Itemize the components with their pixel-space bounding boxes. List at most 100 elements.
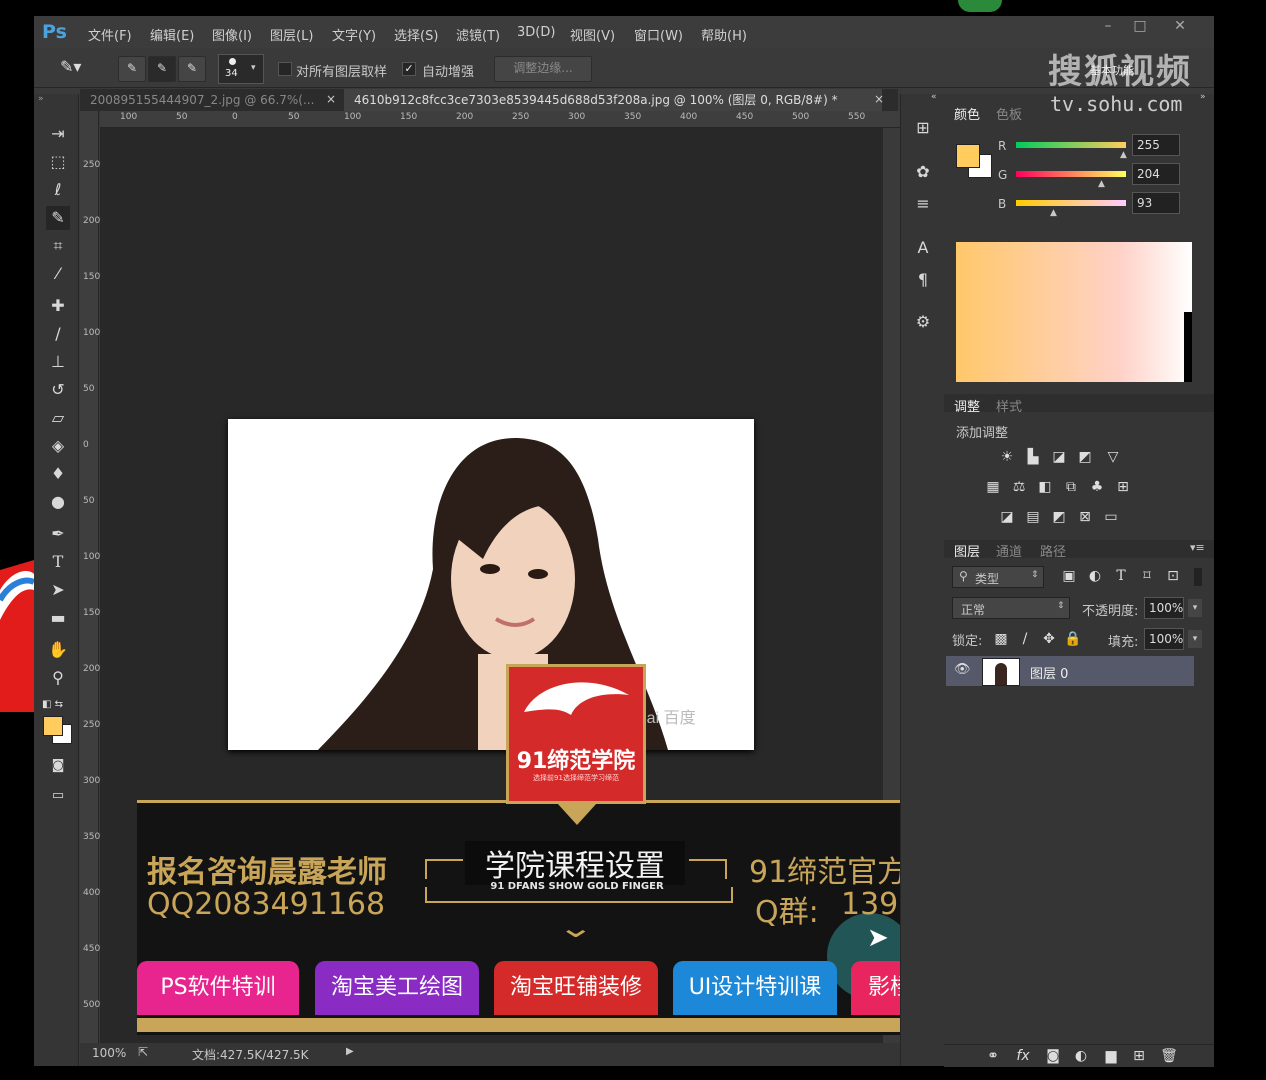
filter-pixel-icon[interactable]: ▣: [1060, 569, 1078, 583]
character-panel-icon[interactable]: A: [911, 236, 935, 260]
maximize-button[interactable]: □: [1128, 18, 1152, 38]
fx-icon[interactable]: fx: [1014, 1049, 1032, 1063]
channel-b-value[interactable]: 93: [1132, 192, 1180, 214]
tab-paths[interactable]: 路径: [1040, 541, 1066, 560]
foreground-color-swatch[interactable]: [43, 716, 63, 736]
exposure-icon[interactable]: ◩: [1076, 450, 1094, 464]
tab-adjustments[interactable]: 调整: [954, 396, 980, 415]
sample-all-layers-checkbox[interactable]: [278, 62, 292, 76]
filter-smart-object-icon[interactable]: ⊡: [1164, 569, 1182, 583]
threshold-icon[interactable]: ◩: [1050, 510, 1068, 524]
slider-thumb-icon[interactable]: ▲: [1050, 208, 1057, 218]
lock-pixels-icon[interactable]: /: [1016, 632, 1034, 646]
clone-stamp-tool-icon[interactable]: ⊥: [46, 350, 70, 374]
move-tool-icon[interactable]: ⇥: [46, 122, 70, 146]
opacity-value[interactable]: 100%: [1144, 597, 1184, 619]
color-balance-icon[interactable]: ⚖: [1010, 480, 1028, 494]
menu-edit[interactable]: 编辑(E): [150, 25, 194, 44]
lock-all-icon[interactable]: 🔒: [1064, 632, 1082, 646]
collapse-icon[interactable]: «: [931, 92, 937, 102]
slider-thumb-icon[interactable]: ▲: [1120, 150, 1127, 160]
spectrum-black-strip[interactable]: [1184, 312, 1192, 382]
menu-image[interactable]: 图像(I): [212, 25, 252, 44]
foreground-color-swatch[interactable]: [956, 144, 980, 168]
lasso-tool-icon[interactable]: ℓ: [46, 178, 70, 202]
tab-close-icon[interactable]: ×: [874, 92, 884, 106]
tab-document-1[interactable]: 200895155444907_2.jpg @ 66.7%(...: [80, 89, 336, 111]
paragraph-panel-icon[interactable]: ¶: [911, 268, 935, 292]
brightness-icon[interactable]: ☀: [998, 450, 1016, 464]
zoom-level[interactable]: 100%: [92, 1046, 126, 1060]
menu-type[interactable]: 文字(Y): [332, 25, 376, 44]
minimize-button[interactable]: –: [1096, 18, 1120, 38]
filter-adjustment-icon[interactable]: ◐: [1086, 569, 1104, 583]
tab-swatches[interactable]: 色板: [996, 104, 1022, 123]
history-brush-tool-icon[interactable]: ↺: [46, 378, 70, 402]
properties-panel-icon[interactable]: ≡: [911, 192, 935, 216]
tab-styles[interactable]: 样式: [996, 396, 1022, 415]
brush-size-picker[interactable]: 34 ▾: [218, 54, 264, 84]
workspace-label[interactable]: 基本功能: [1090, 62, 1134, 78]
selective-color-icon[interactable]: ⊠: [1076, 510, 1094, 524]
add-to-selection-icon[interactable]: ✎: [148, 56, 176, 82]
fill-value[interactable]: 100%: [1144, 628, 1184, 650]
filter-toggle[interactable]: [1194, 568, 1202, 586]
healing-brush-tool-icon[interactable]: ✚: [46, 294, 70, 318]
auto-enhance-checkbox[interactable]: ✓: [402, 62, 416, 76]
trash-icon[interactable]: 🗑: [1160, 1049, 1178, 1063]
zoom-tool-icon[interactable]: ⚲: [46, 666, 70, 690]
menu-3d[interactable]: 3D(D): [517, 25, 555, 40]
vibrance-icon[interactable]: ▽: [1104, 450, 1122, 464]
new-selection-icon[interactable]: ✎: [118, 56, 146, 82]
layer-filter-select[interactable]: ⚲ 类型 ⇕: [952, 566, 1044, 588]
eyedropper-tool-icon[interactable]: ⁄: [46, 262, 70, 286]
menu-view[interactable]: 视图(V): [570, 25, 615, 44]
slider-r[interactable]: [1016, 142, 1126, 148]
collapse-icon[interactable]: »: [1200, 92, 1206, 102]
blur-tool-icon[interactable]: ♦: [46, 462, 70, 486]
tab-close-icon[interactable]: ×: [326, 92, 336, 106]
channel-r-value[interactable]: 255: [1132, 134, 1180, 156]
default-colors-icon[interactable]: ◧ ⇆: [42, 699, 63, 710]
course-tab-ps[interactable]: PS软件特训: [137, 961, 299, 1015]
menu-layer[interactable]: 图层(L): [270, 25, 313, 44]
crop-tool-icon[interactable]: ⌗: [46, 234, 70, 258]
course-tab-taobao-art[interactable]: 淘宝美工绘图: [315, 961, 479, 1015]
marquee-tool-icon[interactable]: ⬚: [46, 150, 70, 174]
slider-g[interactable]: [1016, 171, 1126, 177]
slider-thumb-icon[interactable]: ▲: [1098, 179, 1105, 189]
play-icon[interactable]: ▶: [346, 1046, 354, 1057]
quick-mask-icon[interactable]: ◙: [46, 754, 70, 778]
quick-selection-tool-icon[interactable]: ✎: [46, 206, 70, 230]
slider-b[interactable]: [1016, 200, 1126, 206]
filter-type-icon[interactable]: T: [1112, 569, 1130, 583]
levels-icon[interactable]: ▙: [1024, 450, 1042, 464]
tab-channels[interactable]: 通道: [996, 541, 1022, 560]
collapse-icon[interactable]: »: [38, 94, 44, 104]
paint-bucket-tool-icon[interactable]: ◈: [46, 434, 70, 458]
brush-panel-icon[interactable]: ✿: [911, 160, 935, 184]
chevron-down-icon[interactable]: ▾: [1188, 599, 1202, 617]
menu-window[interactable]: 窗口(W): [634, 25, 683, 44]
new-group-icon[interactable]: ▆: [1102, 1049, 1120, 1063]
quick-selection-tool-preset-icon[interactable]: ✎▾: [60, 57, 100, 79]
curves-icon[interactable]: ◪: [1050, 450, 1068, 464]
pen-tool-icon[interactable]: ✒: [46, 522, 70, 546]
blend-mode-select[interactable]: 正常 ⇕: [952, 597, 1070, 619]
new-adjustment-icon[interactable]: ◐: [1072, 1049, 1090, 1063]
brush-tool-icon[interactable]: /: [46, 322, 70, 346]
color-spectrum[interactable]: [956, 242, 1192, 382]
menu-help[interactable]: 帮助(H): [701, 25, 747, 44]
link-layers-icon[interactable]: ⚭: [984, 1049, 1002, 1063]
tab-document-2[interactable]: 4610b912c8fcc3ce7303e8539445d688d53f208a…: [344, 89, 882, 111]
eraser-tool-icon[interactable]: ▱: [46, 406, 70, 430]
hand-tool-icon[interactable]: ✋: [46, 638, 70, 662]
screen-mode-icon[interactable]: ▭: [46, 784, 70, 808]
hue-saturation-icon[interactable]: ▦: [984, 480, 1002, 494]
menu-select[interactable]: 选择(S): [394, 25, 438, 44]
channel-mixer-icon[interactable]: ♣: [1088, 480, 1106, 494]
posterize-icon[interactable]: ▤: [1024, 510, 1042, 524]
course-tab-taobao-shop[interactable]: 淘宝旺铺装修: [494, 961, 658, 1015]
layer-row[interactable]: 👁 图层 0: [946, 656, 1194, 686]
export-icon[interactable]: ⇱: [138, 1045, 148, 1059]
